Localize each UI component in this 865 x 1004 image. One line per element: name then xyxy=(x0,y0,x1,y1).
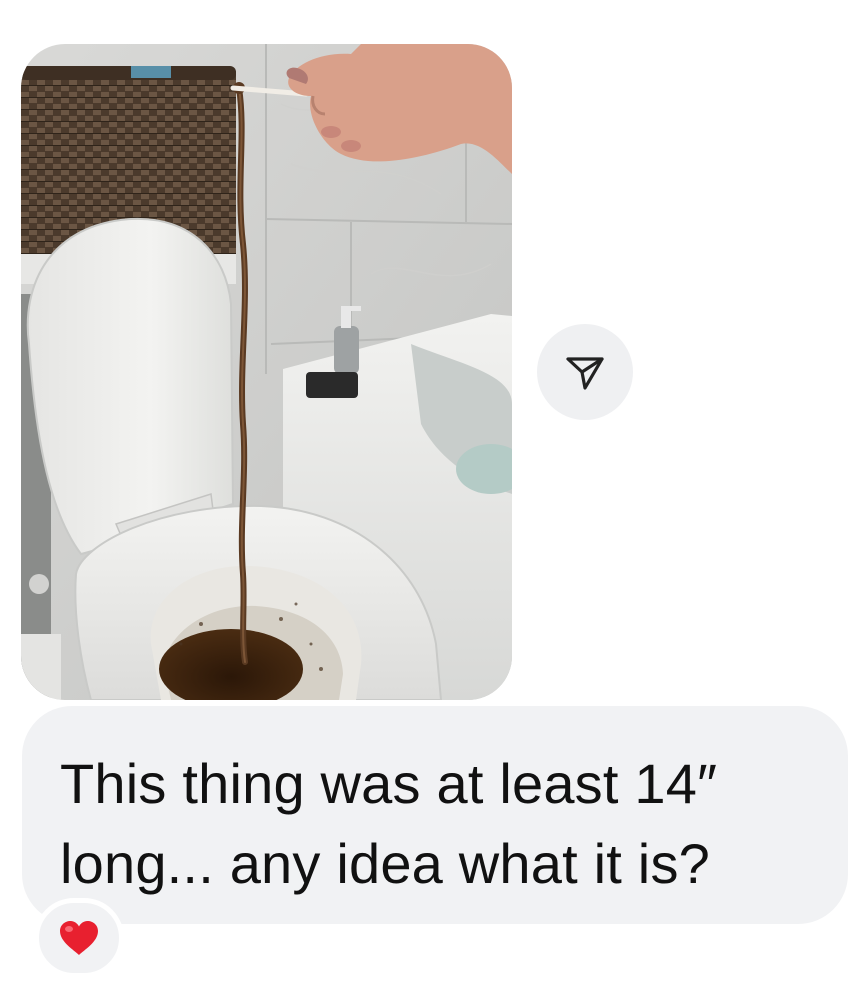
heart-icon xyxy=(60,921,98,955)
message-text: This thing was at least 14″ long... any … xyxy=(60,752,733,895)
share-button[interactable] xyxy=(537,324,633,420)
reaction-badge[interactable] xyxy=(34,898,124,978)
message-bubble[interactable]: This thing was at least 14″ long... any … xyxy=(22,706,848,924)
send-arrow-icon xyxy=(566,357,604,390)
bathroom-photo xyxy=(21,44,512,700)
photo-attachment[interactable] xyxy=(21,44,512,700)
